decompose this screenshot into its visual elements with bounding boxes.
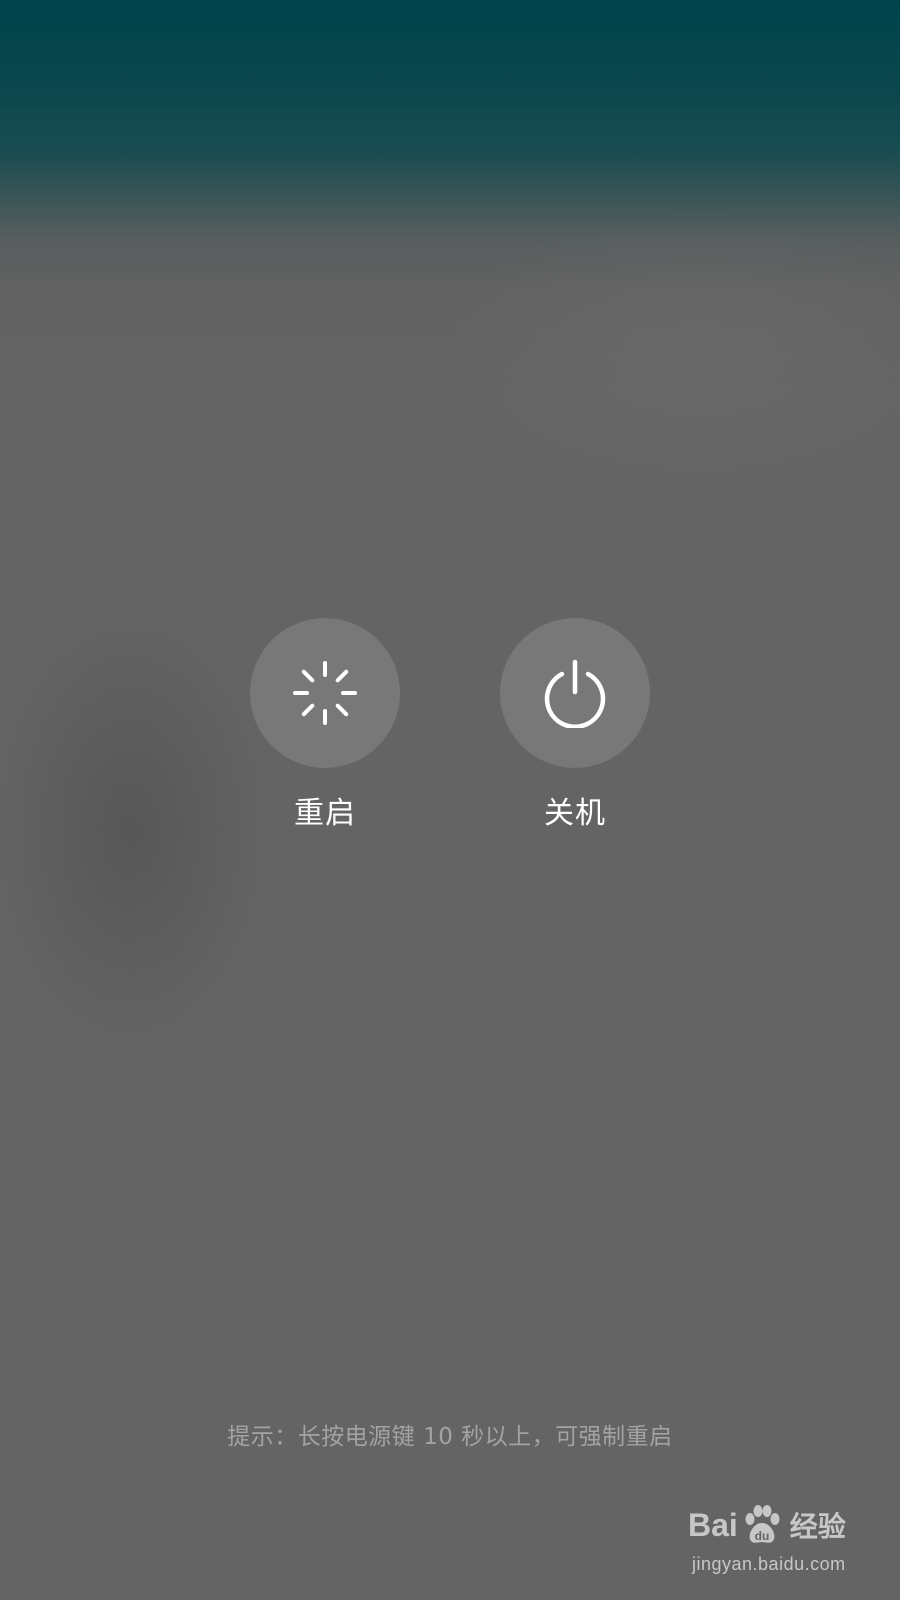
power-menu-screen: 重启 关机 提示：长按电源键 10 秒以上，可强制重启 Bai du 经验 ji…: [0, 0, 900, 1600]
restart-label: 重启: [294, 796, 356, 831]
baidu-jingyan-watermark: Bai du 经验 jingyan.baidu.com: [688, 1500, 868, 1590]
power-options: 重启 关机: [0, 618, 900, 838]
restart-spinner-icon: [293, 661, 357, 725]
restart-button[interactable]: 重启: [245, 618, 405, 832]
watermark-logo-right: 经验: [789, 1511, 846, 1542]
svg-text:du: du: [754, 1529, 769, 1543]
shutdown-button[interactable]: 关机: [495, 618, 655, 832]
watermark-logo: Bai du 经验: [688, 1500, 846, 1550]
force-restart-hint: 提示：长按电源键 10 秒以上，可强制重启: [227, 1424, 673, 1450]
shutdown-label: 关机: [544, 796, 606, 831]
shutdown-circle[interactable]: [500, 618, 650, 768]
watermark-logo-left: Bai: [688, 1506, 738, 1543]
watermark-url: jingyan.baidu.com: [692, 1554, 846, 1574]
restart-circle[interactable]: [250, 618, 400, 768]
baidu-paw-icon: du: [745, 1505, 780, 1543]
power-icon: [544, 659, 606, 728]
